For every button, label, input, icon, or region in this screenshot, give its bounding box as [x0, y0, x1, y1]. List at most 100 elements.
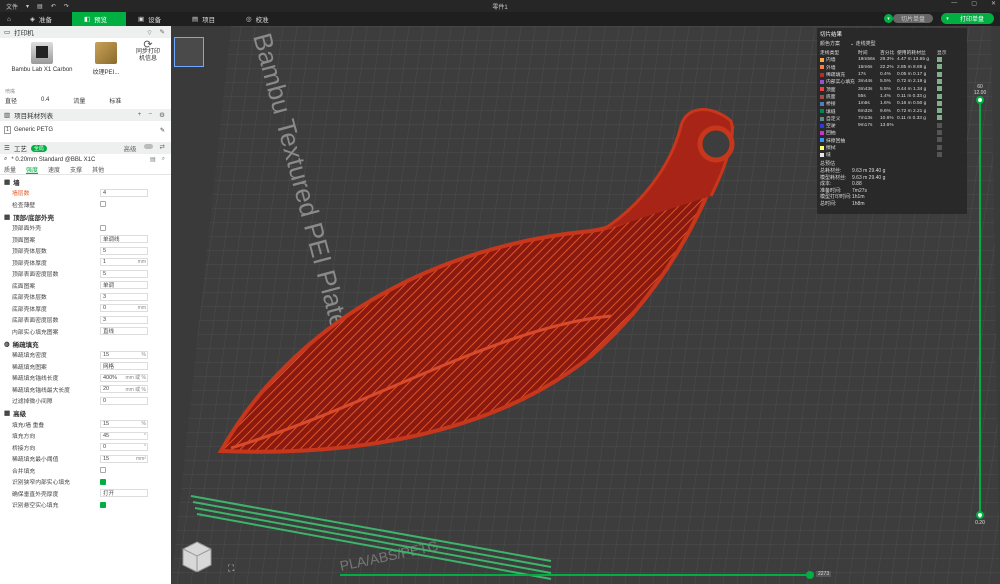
- close-icon[interactable]: ✕: [991, 0, 996, 7]
- legend-visibility-checkbox[interactable]: [937, 71, 942, 77]
- save-icon[interactable]: ▤: [150, 156, 156, 163]
- compare-icon[interactable]: ⇄: [160, 143, 165, 153]
- setting-input[interactable]: 打开: [100, 489, 148, 498]
- setting-input[interactable]: 0: [100, 396, 148, 405]
- undo-icon[interactable]: ↶: [51, 3, 56, 10]
- advanced-toggle[interactable]: [143, 144, 153, 149]
- maximize-icon[interactable]: ▢: [971, 0, 977, 7]
- setting-label: 稀疏填充最小阈值: [12, 457, 59, 464]
- fit-view-icon[interactable]: ⛶: [228, 563, 234, 574]
- view-cube[interactable]: [180, 540, 212, 572]
- setting-input[interactable]: 单调线: [100, 235, 148, 244]
- subtab-strength[interactable]: 强度: [26, 165, 39, 174]
- setting-input[interactable]: 45 °: [100, 431, 148, 440]
- layer-slider-top-handle[interactable]: [976, 96, 984, 104]
- move-slider-handle[interactable]: [806, 571, 814, 579]
- legend-visibility-checkbox[interactable]: [937, 108, 942, 114]
- redo-icon[interactable]: ↷: [64, 3, 69, 10]
- remove-icon[interactable]: −: [148, 111, 152, 119]
- legend-visibility-checkbox[interactable]: [937, 64, 942, 70]
- setting-input[interactable]: 单调: [100, 281, 148, 290]
- legend-visibility-checkbox[interactable]: [937, 86, 942, 92]
- setting-row: 确保垂直外壳厚度 打开: [0, 488, 171, 500]
- move-slider[interactable]: [340, 571, 814, 579]
- setting-input[interactable]: 1 mm: [100, 258, 148, 267]
- plate-selector[interactable]: 纹理PEI...: [86, 42, 126, 84]
- setting-input[interactable]: 5: [100, 269, 148, 278]
- flow-select[interactable]: 标准: [109, 96, 121, 105]
- edit-icon[interactable]: ✎: [160, 28, 165, 37]
- legend-visibility-checkbox[interactable]: [937, 144, 942, 150]
- sync-printer-button[interactable]: ⟳ 同步打印机信息: [134, 40, 162, 84]
- edit-icon[interactable]: ✎: [160, 127, 165, 134]
- filament-item[interactable]: 1 Generic PETG ✎: [0, 124, 171, 136]
- setting-input[interactable]: 0 °: [100, 443, 148, 452]
- legend-visibility-checkbox[interactable]: [937, 115, 942, 121]
- setting-input[interactable]: 4: [100, 188, 148, 197]
- setting-label: 顶部壳体层数: [12, 249, 47, 256]
- print-plate-button[interactable]: ▾ 打印单盘: [940, 13, 994, 24]
- legend-visibility-checkbox[interactable]: [937, 100, 942, 106]
- legend-visibility-checkbox[interactable]: [937, 130, 942, 136]
- setting-checkbox[interactable]: [100, 201, 106, 208]
- preset-name: * 0.20mm Standard @BBL X1C: [11, 156, 96, 163]
- legend-pct: 9.6%: [880, 108, 891, 114]
- process-preset[interactable]: ⌕ * 0.20mm Standard @BBL X1C ▤ ⌕: [0, 154, 171, 165]
- chevron-down-icon[interactable]: ▾: [883, 14, 893, 23]
- home-icon[interactable]: ⌂: [0, 12, 18, 26]
- legend-visibility-checkbox[interactable]: [937, 93, 942, 99]
- color-scheme-select[interactable]: ⌄ 走线类型: [850, 40, 876, 47]
- subtab-support[interactable]: 支撑: [70, 165, 82, 174]
- save-icon[interactable]: ▤: [37, 3, 43, 10]
- setting-input[interactable]: 5: [100, 246, 148, 255]
- setting-input[interactable]: 15%: [100, 350, 148, 359]
- search-icon[interactable]: ⌕: [4, 156, 7, 163]
- minimize-icon[interactable]: —: [951, 0, 957, 7]
- slice-plate-button[interactable]: ▾ 切片单盘: [882, 13, 935, 24]
- tab-project[interactable]: ▤ 项目: [180, 12, 234, 26]
- subtab-speed[interactable]: 速度: [48, 165, 60, 174]
- setting-checkbox[interactable]: [100, 467, 106, 474]
- file-menu[interactable]: 文件: [6, 2, 18, 11]
- setting-input[interactable]: 3: [100, 292, 148, 301]
- chevron-down-icon[interactable]: ▾: [942, 14, 952, 23]
- setting-checkbox[interactable]: [100, 224, 106, 231]
- filament-slot[interactable]: 1: [4, 126, 11, 134]
- tab-prepare[interactable]: ◈ 准备: [18, 12, 72, 26]
- layer-slider[interactable]: [976, 96, 984, 519]
- global-toggle[interactable]: 全局: [30, 144, 47, 152]
- legend-visibility-checkbox[interactable]: [937, 122, 942, 128]
- tab-calibrate[interactable]: ◎ 校准: [234, 12, 288, 26]
- tab-preview[interactable]: ◧ 预览: [72, 12, 126, 26]
- printer-selector[interactable]: Bambu Lab X1 Carbon: [6, 42, 78, 84]
- setting-checkbox[interactable]: [100, 501, 106, 508]
- chevron-down-icon[interactable]: ▾: [26, 3, 29, 10]
- tab-device[interactable]: ▣ 设备: [126, 12, 180, 26]
- setting-input[interactable]: 20 mm 或 %: [100, 385, 148, 394]
- setting-value: 单调线: [103, 237, 120, 244]
- legend-visibility-checkbox[interactable]: [937, 57, 942, 63]
- group-infill: ◍ 稀疏填充: [4, 340, 39, 349]
- subtab-quality[interactable]: 质量: [4, 165, 16, 174]
- subtab-others[interactable]: 其他: [92, 165, 104, 174]
- setting-input[interactable]: 15%: [100, 420, 148, 429]
- legend-visibility-checkbox[interactable]: [937, 78, 942, 84]
- setting-row: 检查薄壁: [0, 199, 171, 211]
- setting-input[interactable]: 0 mm: [100, 304, 148, 313]
- add-icon[interactable]: +: [138, 111, 142, 119]
- diameter-select[interactable]: 0.4: [41, 97, 49, 103]
- setting-input[interactable]: 直线: [100, 327, 148, 336]
- setting-checkbox[interactable]: [100, 478, 106, 485]
- legend-visibility-checkbox[interactable]: [937, 151, 942, 157]
- legend-visibility-checkbox[interactable]: [937, 137, 942, 143]
- wifi-icon[interactable]: ⌔: [146, 28, 152, 37]
- summary-value: 9.63 m 29.40 g: [852, 168, 886, 175]
- legend-row: 外墙 15m6s 22.2% 2.85 m 8.69 g: [820, 64, 964, 71]
- setting-input[interactable]: 3: [100, 315, 148, 324]
- search-icon[interactable]: ⌕: [162, 156, 165, 163]
- setting-input[interactable]: 网格: [100, 362, 148, 371]
- legend-used: [897, 137, 937, 144]
- setting-input[interactable]: 15 mm²: [100, 454, 148, 463]
- setting-input[interactable]: 400% mm 或 %: [100, 373, 148, 382]
- settings-icon[interactable]: ⚙: [159, 111, 165, 119]
